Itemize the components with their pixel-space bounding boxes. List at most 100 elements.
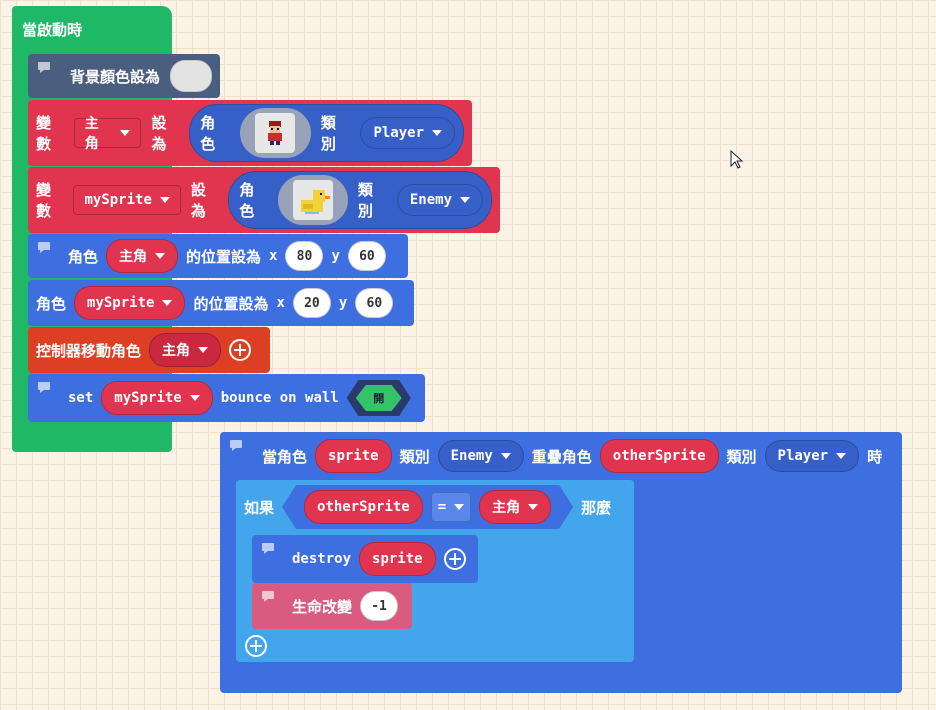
sprite-word: 角色 (36, 294, 67, 313)
change-life-block[interactable]: 生命改變 -1 (252, 583, 412, 629)
sprite-name: sprite (328, 448, 379, 464)
bounce-toggle[interactable]: 開 (346, 380, 411, 416)
background-color-picker[interactable] (170, 60, 212, 92)
set-word: 設為 (190, 181, 206, 220)
position-label: 的位置設為 (193, 294, 269, 313)
sprite-image-picker-main[interactable] (239, 108, 311, 158)
if-word: 如果 (244, 498, 275, 517)
operator-value: = (437, 499, 447, 515)
chevron-down-icon (454, 504, 464, 510)
y-label: y (338, 295, 348, 311)
x-input[interactable]: 80 (285, 241, 324, 271)
kind-value: Enemy (409, 192, 453, 208)
sprite-image-picker-mysprite[interactable] (278, 175, 348, 225)
sprite-variable[interactable]: sprite (315, 439, 392, 473)
on-overlap-header[interactable]: 當角色 sprite 類別 Enemy 重疊角色 otherSprite 類別 … (220, 432, 902, 480)
sprite-name: mySprite (87, 295, 155, 311)
other-sprite-variable[interactable]: otherSprite (599, 439, 719, 473)
y-input[interactable]: 60 (347, 241, 386, 271)
chevron-down-icon (120, 130, 131, 136)
sprite-dropdown-mysprite[interactable]: mySprite (74, 286, 186, 320)
comment-icon[interactable] (38, 62, 52, 74)
kind-word: 類別 (357, 181, 373, 220)
kind-word-2: 類別 (726, 447, 757, 466)
destroy-label: destroy (292, 551, 352, 567)
variable-name: mySprite (84, 192, 152, 208)
variable-word: 變數 (36, 114, 52, 153)
x-label: x (269, 248, 278, 264)
set-position-block-main[interactable]: 角色 主角 的位置設為 x 80 y 60 (28, 234, 408, 278)
comment-icon[interactable] (38, 382, 52, 394)
set-word: set (68, 390, 94, 406)
sprite-create-block-mysprite[interactable]: 角色 類別 Enemy (228, 171, 493, 229)
comment-icon[interactable] (262, 591, 276, 603)
sprite-dropdown-main[interactable]: 主角 (149, 333, 222, 367)
kind-value-2: Player (777, 448, 829, 464)
set-background-color-block[interactable]: 背景顏色設為 (28, 54, 220, 98)
kind-dropdown-enemy[interactable]: Enemy (396, 184, 484, 216)
kind-dropdown-enemy[interactable]: Enemy (437, 440, 524, 472)
sprite-dropdown-mysprite[interactable]: mySprite (101, 381, 213, 415)
bounce-label: bounce on wall (220, 390, 339, 406)
kind-value: Player (373, 125, 425, 141)
sprite-name: 主角 (162, 343, 191, 359)
chevron-down-icon (189, 395, 200, 401)
chevron-down-icon (198, 347, 209, 353)
x-input[interactable]: 20 (292, 288, 331, 318)
chevron-down-icon (155, 253, 166, 259)
add-parameter-icon[interactable] (229, 339, 252, 361)
variable-word: 變數 (36, 181, 52, 220)
operator-dropdown[interactable]: = (431, 492, 471, 522)
mouse-cursor-icon (730, 150, 744, 169)
x-label: x (276, 295, 285, 311)
other-sprite-name: otherSprite (317, 499, 410, 515)
controller-move-block[interactable]: 控制器移動角色 主角 (28, 327, 270, 373)
add-else-icon[interactable] (245, 635, 267, 657)
sprite-create-block-main[interactable]: 角色 類別 Player (189, 104, 464, 162)
comment-icon[interactable] (230, 440, 244, 452)
overlap-label-2: 重疊角色 (531, 447, 592, 466)
kind-dropdown-player[interactable]: Player (360, 117, 456, 149)
set-variable-block-main[interactable]: 變數 主角 設為 角色 類別 Player (28, 100, 472, 166)
kind-word: 類別 (399, 447, 430, 466)
player-sprite-icon (255, 113, 296, 153)
sprite-word: 角色 (200, 114, 216, 153)
other-sprite-variable[interactable]: otherSprite (304, 490, 423, 524)
kind-dropdown-player[interactable]: Player (764, 440, 860, 472)
destroy-block[interactable]: destroy sprite (252, 535, 478, 583)
life-change-input[interactable]: -1 (360, 591, 399, 621)
set-background-color-label: 背景顏色設為 (70, 67, 161, 86)
on-start-label: 當啟動時 (22, 21, 83, 39)
bounce-on-wall-block[interactable]: set mySprite bounce on wall 開 (28, 374, 425, 422)
sprite-name: sprite (372, 551, 423, 567)
sprite-name: mySprite (114, 390, 182, 406)
y-input[interactable]: 60 (355, 288, 394, 318)
add-parameter-icon[interactable] (443, 548, 466, 570)
controller-move-label: 控制器移動角色 (36, 341, 142, 360)
set-word: 設為 (151, 114, 167, 153)
variable-dropdown-main[interactable]: 主角 (73, 116, 142, 152)
chevron-down-icon (528, 504, 538, 510)
overlap-label: 當角色 (262, 447, 308, 466)
condition-hexagon[interactable]: otherSprite = 主角 (282, 485, 573, 529)
variable-dropdown-mysprite[interactable]: mySprite (73, 185, 181, 215)
chevron-down-icon (159, 197, 170, 203)
sprite-word: 角色 (239, 181, 255, 220)
chevron-down-icon (500, 453, 511, 459)
set-variable-block-mysprite[interactable]: 變數 mySprite 設為 角色 類別 Enemy (28, 167, 500, 233)
other-sprite-name: otherSprite (612, 448, 706, 464)
sprite-variable[interactable]: sprite (359, 542, 436, 576)
set-position-block-mysprite[interactable]: 角色 mySprite 的位置設為 x 20 y 60 (28, 280, 414, 326)
duck-sprite-icon (293, 180, 334, 220)
kind-word: 類別 (320, 114, 336, 153)
overlap-label-3: 時 (867, 447, 883, 466)
comment-icon[interactable] (262, 543, 276, 555)
if-block-header[interactable]: 如果 otherSprite = 主角 那麼 (236, 480, 634, 534)
sprite-dropdown-main[interactable]: 主角 (106, 239, 179, 273)
sprite-name: 主角 (119, 249, 148, 265)
variable-name: 主角 (84, 116, 99, 152)
sprite-dropdown-main[interactable]: 主角 (479, 490, 551, 524)
comment-icon[interactable] (38, 242, 52, 254)
toggle-on-label: 開 (355, 385, 402, 411)
then-word: 那麼 (581, 498, 612, 517)
